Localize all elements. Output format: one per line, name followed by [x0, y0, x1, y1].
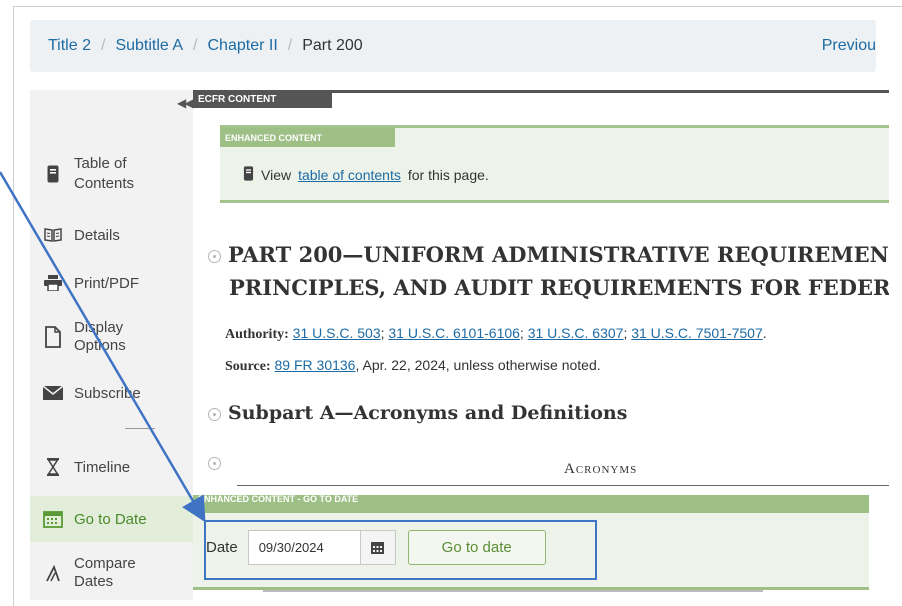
hourglass-icon: [38, 458, 68, 476]
enhanced-text-after: for this page.: [407, 167, 489, 183]
sidebar-item-label: Subscribe: [74, 384, 141, 402]
enhanced-content-text: View table of contents for this page.: [243, 166, 489, 184]
highlight-rectangle: [204, 520, 597, 580]
part-heading-line1: PART 200—UNIFORM ADMINISTRATIVE REQUIREM…: [228, 242, 889, 267]
sidebar-item-label: Table of: [74, 155, 127, 172]
sidebar-item-label: Dates: [74, 573, 114, 590]
partially-visible-content: [263, 590, 763, 592]
authority-line: Authority: 31 U.S.C. 503; 31 U.S.C. 6101…: [225, 325, 767, 342]
sidebar-item-label: Display: [74, 319, 124, 336]
subpart-heading-text: Subpart A—Acronyms and Definitions: [228, 402, 628, 424]
ecfr-content-tab: ECFR CONTENT: [193, 90, 332, 108]
collapse-sidebar-icon[interactable]: ◀◀: [177, 96, 194, 110]
part-heading: PART 200—UNIFORM ADMINISTRATIVE REQUIREM…: [208, 238, 889, 304]
sidebar-item-table-of-contents[interactable]: Table of Contents: [30, 146, 193, 202]
printer-icon: [38, 275, 68, 291]
authority-link[interactable]: 31 U.S.C. 503: [293, 325, 381, 341]
enhanced-content-box: ENHANCED CONTENT View table of contents …: [220, 125, 889, 203]
breadcrumb-separator: /: [100, 37, 106, 54]
authority-label: Authority:: [225, 327, 289, 342]
table-of-contents-link[interactable]: table of contents: [298, 167, 401, 183]
expand-circle-icon[interactable]: [208, 407, 221, 421]
breadcrumb-chapter[interactable]: Chapter II: [208, 37, 278, 55]
sidebar-item-display-options[interactable]: Display Options: [30, 314, 193, 360]
sidebar-item-label: Contents: [74, 175, 135, 192]
breadcrumb-title[interactable]: Title 2: [48, 37, 91, 55]
authority-link[interactable]: 31 U.S.C. 7501-7507: [631, 325, 763, 341]
sidebar-divider: [125, 428, 155, 429]
enhanced-text-before: View: [261, 167, 292, 183]
sidebar: ◀◀ Table of Contents Details Print/PDF D…: [30, 90, 194, 600]
sidebar-item-details[interactable]: Details: [30, 220, 193, 250]
source-text: , Apr. 22, 2024, unless otherwise noted.: [355, 357, 601, 373]
sidebar-item-label: Compare: [74, 555, 136, 572]
previous-link[interactable]: Previou: [822, 37, 876, 55]
open-book-icon: [38, 228, 68, 242]
book-icon: [38, 165, 68, 183]
sidebar-item-label: Details: [74, 226, 120, 244]
acronyms-divider: [237, 485, 889, 486]
breadcrumb-separator: /: [287, 37, 293, 54]
sidebar-item-label: Options: [74, 337, 126, 354]
expand-circle-icon[interactable]: [208, 250, 221, 263]
sidebar-item-subscribe[interactable]: Subscribe: [30, 378, 193, 408]
part-heading-line2: PRINCIPLES, AND AUDIT REQUIREMENTS FOR F…: [229, 275, 889, 300]
breadcrumb-current: Part 200: [302, 37, 363, 54]
document-icon: [38, 326, 68, 348]
breadcrumb-separator: /: [193, 37, 198, 54]
source-label: Source:: [225, 359, 271, 374]
expand-circle-icon[interactable]: [208, 457, 221, 470]
breadcrumb: Title 2 / Subtitle A / Chapter II / Part…: [30, 20, 876, 72]
calendar-icon: [38, 510, 68, 528]
go-to-date-tab: ENHANCED CONTENT - GO TO DATE: [198, 494, 359, 504]
authority-link[interactable]: 31 U.S.C. 6307: [528, 325, 624, 341]
sidebar-item-label: Timeline: [74, 458, 131, 476]
envelope-icon: [38, 386, 68, 400]
source-link[interactable]: 89 FR 30136: [275, 357, 356, 373]
sidebar-item-timeline[interactable]: Timeline: [30, 452, 193, 482]
acronyms-heading: Acronyms: [564, 461, 638, 477]
sidebar-item-go-to-date[interactable]: Go to Date: [30, 496, 193, 542]
sidebar-item-label: Go to Date: [74, 510, 147, 528]
subpart-heading: Subpart A—Acronyms and Definitions: [208, 402, 627, 424]
compare-icon: [38, 564, 68, 582]
book-icon: [243, 166, 254, 184]
sidebar-item-compare-dates[interactable]: Compare Dates: [30, 550, 193, 596]
breadcrumb-subtitle[interactable]: Subtitle A: [115, 37, 183, 55]
sidebar-item-print-pdf[interactable]: Print/PDF: [30, 268, 193, 298]
enhanced-content-tab: ENHANCED CONTENT: [220, 128, 395, 147]
source-line: Source: 89 FR 30136, Apr. 22, 2024, unle…: [225, 357, 601, 375]
sidebar-item-label: Print/PDF: [74, 274, 140, 292]
authority-link[interactable]: 31 U.S.C. 6101-6106: [388, 325, 520, 341]
